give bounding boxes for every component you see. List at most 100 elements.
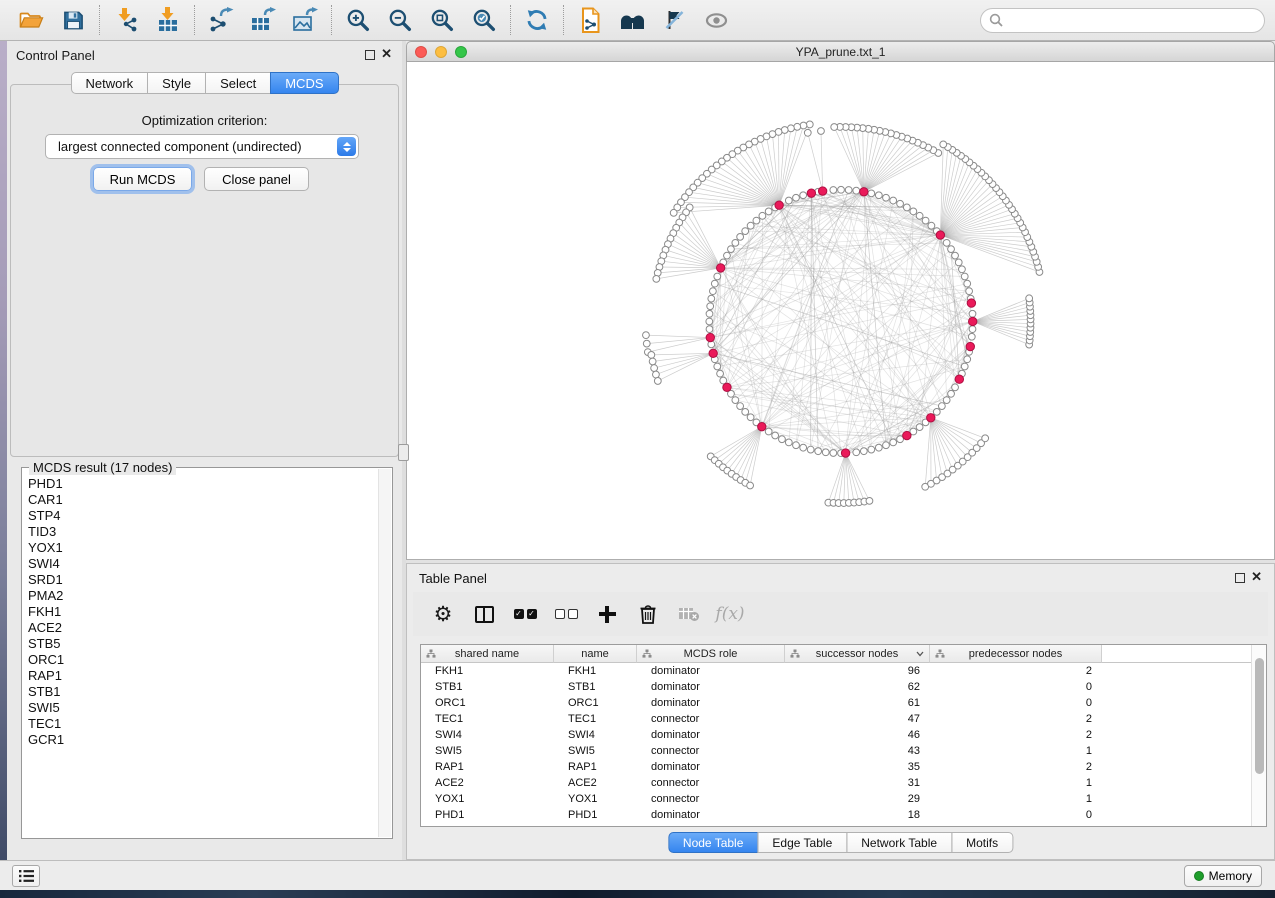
graph-node[interactable] [883, 442, 890, 449]
zoom-in-button[interactable] [337, 2, 379, 38]
table-cell[interactable]: 1 [930, 791, 1102, 807]
graph-node[interactable] [747, 414, 754, 421]
graph-node[interactable] [883, 194, 890, 201]
refresh-view-button[interactable] [516, 2, 558, 38]
graph-node[interactable] [714, 363, 721, 370]
graph-hub-node[interactable] [860, 188, 868, 196]
save-session-button[interactable] [52, 2, 94, 38]
graph-node[interactable] [968, 333, 975, 340]
graph-node[interactable] [853, 187, 860, 194]
table-cell[interactable]: 1 [930, 775, 1102, 791]
graph-node[interactable] [806, 121, 813, 128]
graph-hub-node[interactable] [716, 264, 724, 272]
delete-column-button[interactable] [636, 602, 660, 626]
table-cell[interactable]: ORC1 [421, 695, 554, 711]
graph-node[interactable] [982, 435, 989, 442]
graph-hub-node[interactable] [955, 375, 963, 383]
graph-node[interactable] [706, 318, 713, 325]
column-header-mcds-role[interactable]: MCDS role [637, 645, 785, 663]
table-cell[interactable]: dominator [637, 695, 785, 711]
vertical-splitter-grip[interactable] [398, 444, 409, 461]
zoom-window-button[interactable] [455, 46, 467, 58]
table-tab-edge-table[interactable]: Edge Table [757, 832, 847, 853]
graph-node[interactable] [711, 280, 718, 287]
graph-node[interactable] [747, 222, 754, 229]
table-cell[interactable]: 31 [785, 775, 930, 791]
table-cell[interactable]: SWI5 [554, 743, 637, 759]
graph-node[interactable] [948, 246, 955, 253]
table-cell[interactable]: SWI4 [554, 727, 637, 743]
table-cell[interactable]: RAP1 [554, 759, 637, 775]
graph-node[interactable] [654, 378, 661, 385]
table-cell[interactable]: 35 [785, 759, 930, 775]
table-cell[interactable]: connector [637, 711, 785, 727]
graph-node[interactable] [964, 356, 971, 363]
graph-node[interactable] [742, 408, 749, 415]
graph-node[interactable] [966, 288, 973, 295]
graph-node[interactable] [952, 252, 959, 259]
graph-node[interactable] [959, 266, 966, 273]
zoom-out-button[interactable] [379, 2, 421, 38]
graph-node[interactable] [747, 482, 754, 489]
graph-node[interactable] [759, 212, 766, 219]
table-cell[interactable]: 47 [785, 711, 930, 727]
graph-node[interactable] [922, 217, 929, 224]
table-cell[interactable]: ACE2 [554, 775, 637, 791]
minimize-window-button[interactable] [435, 46, 447, 58]
graph-node[interactable] [890, 197, 897, 204]
graph-node[interactable] [969, 326, 976, 333]
new-network-file-button[interactable] [569, 2, 611, 38]
graph-node[interactable] [772, 432, 779, 439]
graph-node[interactable] [928, 222, 935, 229]
network-graph[interactable] [407, 62, 1274, 559]
table-cell[interactable]: 43 [785, 743, 930, 759]
table-tab-network-table[interactable]: Network Table [846, 832, 952, 853]
graph-node[interactable] [831, 124, 838, 131]
table-cell[interactable]: connector [637, 791, 785, 807]
graph-node[interactable] [724, 252, 731, 259]
graph-node[interactable] [961, 273, 968, 280]
table-cell[interactable]: connector [637, 775, 785, 791]
graph-node[interactable] [653, 371, 660, 378]
column-header-successor-nodes[interactable]: successor nodes [785, 645, 930, 663]
graph-node[interactable] [910, 208, 917, 215]
export-image-button[interactable] [284, 2, 326, 38]
graph-hub-node[interactable] [807, 189, 815, 197]
column-header-name[interactable]: name [554, 645, 637, 663]
table-cell[interactable]: 0 [930, 695, 1102, 711]
table-cell[interactable]: connector [637, 743, 785, 759]
graph-hub-node[interactable] [758, 422, 766, 430]
table-cell[interactable]: 2 [930, 759, 1102, 775]
table-cell[interactable]: ORC1 [554, 695, 637, 711]
table-cell[interactable]: TEC1 [421, 711, 554, 727]
table-cell[interactable]: FKH1 [421, 663, 554, 679]
table-cell[interactable]: 46 [785, 727, 930, 743]
search-network-button[interactable] [611, 2, 653, 38]
table-row[interactable]: PHD1PHD1dominator180 [421, 807, 1266, 823]
memory-button[interactable]: Memory [1184, 865, 1262, 887]
graph-node[interactable] [648, 352, 655, 359]
graph-node[interactable] [875, 192, 882, 199]
graph-node[interactable] [710, 288, 717, 295]
column-header-predecessor-nodes[interactable]: predecessor nodes [930, 645, 1102, 663]
zoom-selected-button[interactable] [463, 2, 505, 38]
graph-node[interactable] [868, 446, 875, 453]
graph-node[interactable] [969, 310, 976, 317]
float-table-panel-icon[interactable] [1235, 573, 1245, 583]
close-panel-icon[interactable]: ✕ [381, 46, 392, 62]
table-tab-motifs[interactable]: Motifs [951, 832, 1013, 853]
graph-node[interactable] [938, 403, 945, 410]
graph-node[interactable] [742, 228, 749, 235]
graph-node[interactable] [779, 436, 786, 443]
export-network-button[interactable] [200, 2, 242, 38]
table-row[interactable]: SWI5SWI5connector431 [421, 743, 1266, 759]
search-input[interactable] [980, 8, 1265, 33]
table-cell[interactable]: 29 [785, 791, 930, 807]
import-network-button[interactable] [105, 2, 147, 38]
graph-node[interactable] [948, 390, 955, 397]
graph-node[interactable] [838, 186, 845, 193]
table-cell[interactable]: 2 [930, 711, 1102, 727]
graph-hub-node[interactable] [775, 201, 783, 209]
graph-node[interactable] [765, 208, 772, 215]
table-cell[interactable]: 0 [930, 679, 1102, 695]
